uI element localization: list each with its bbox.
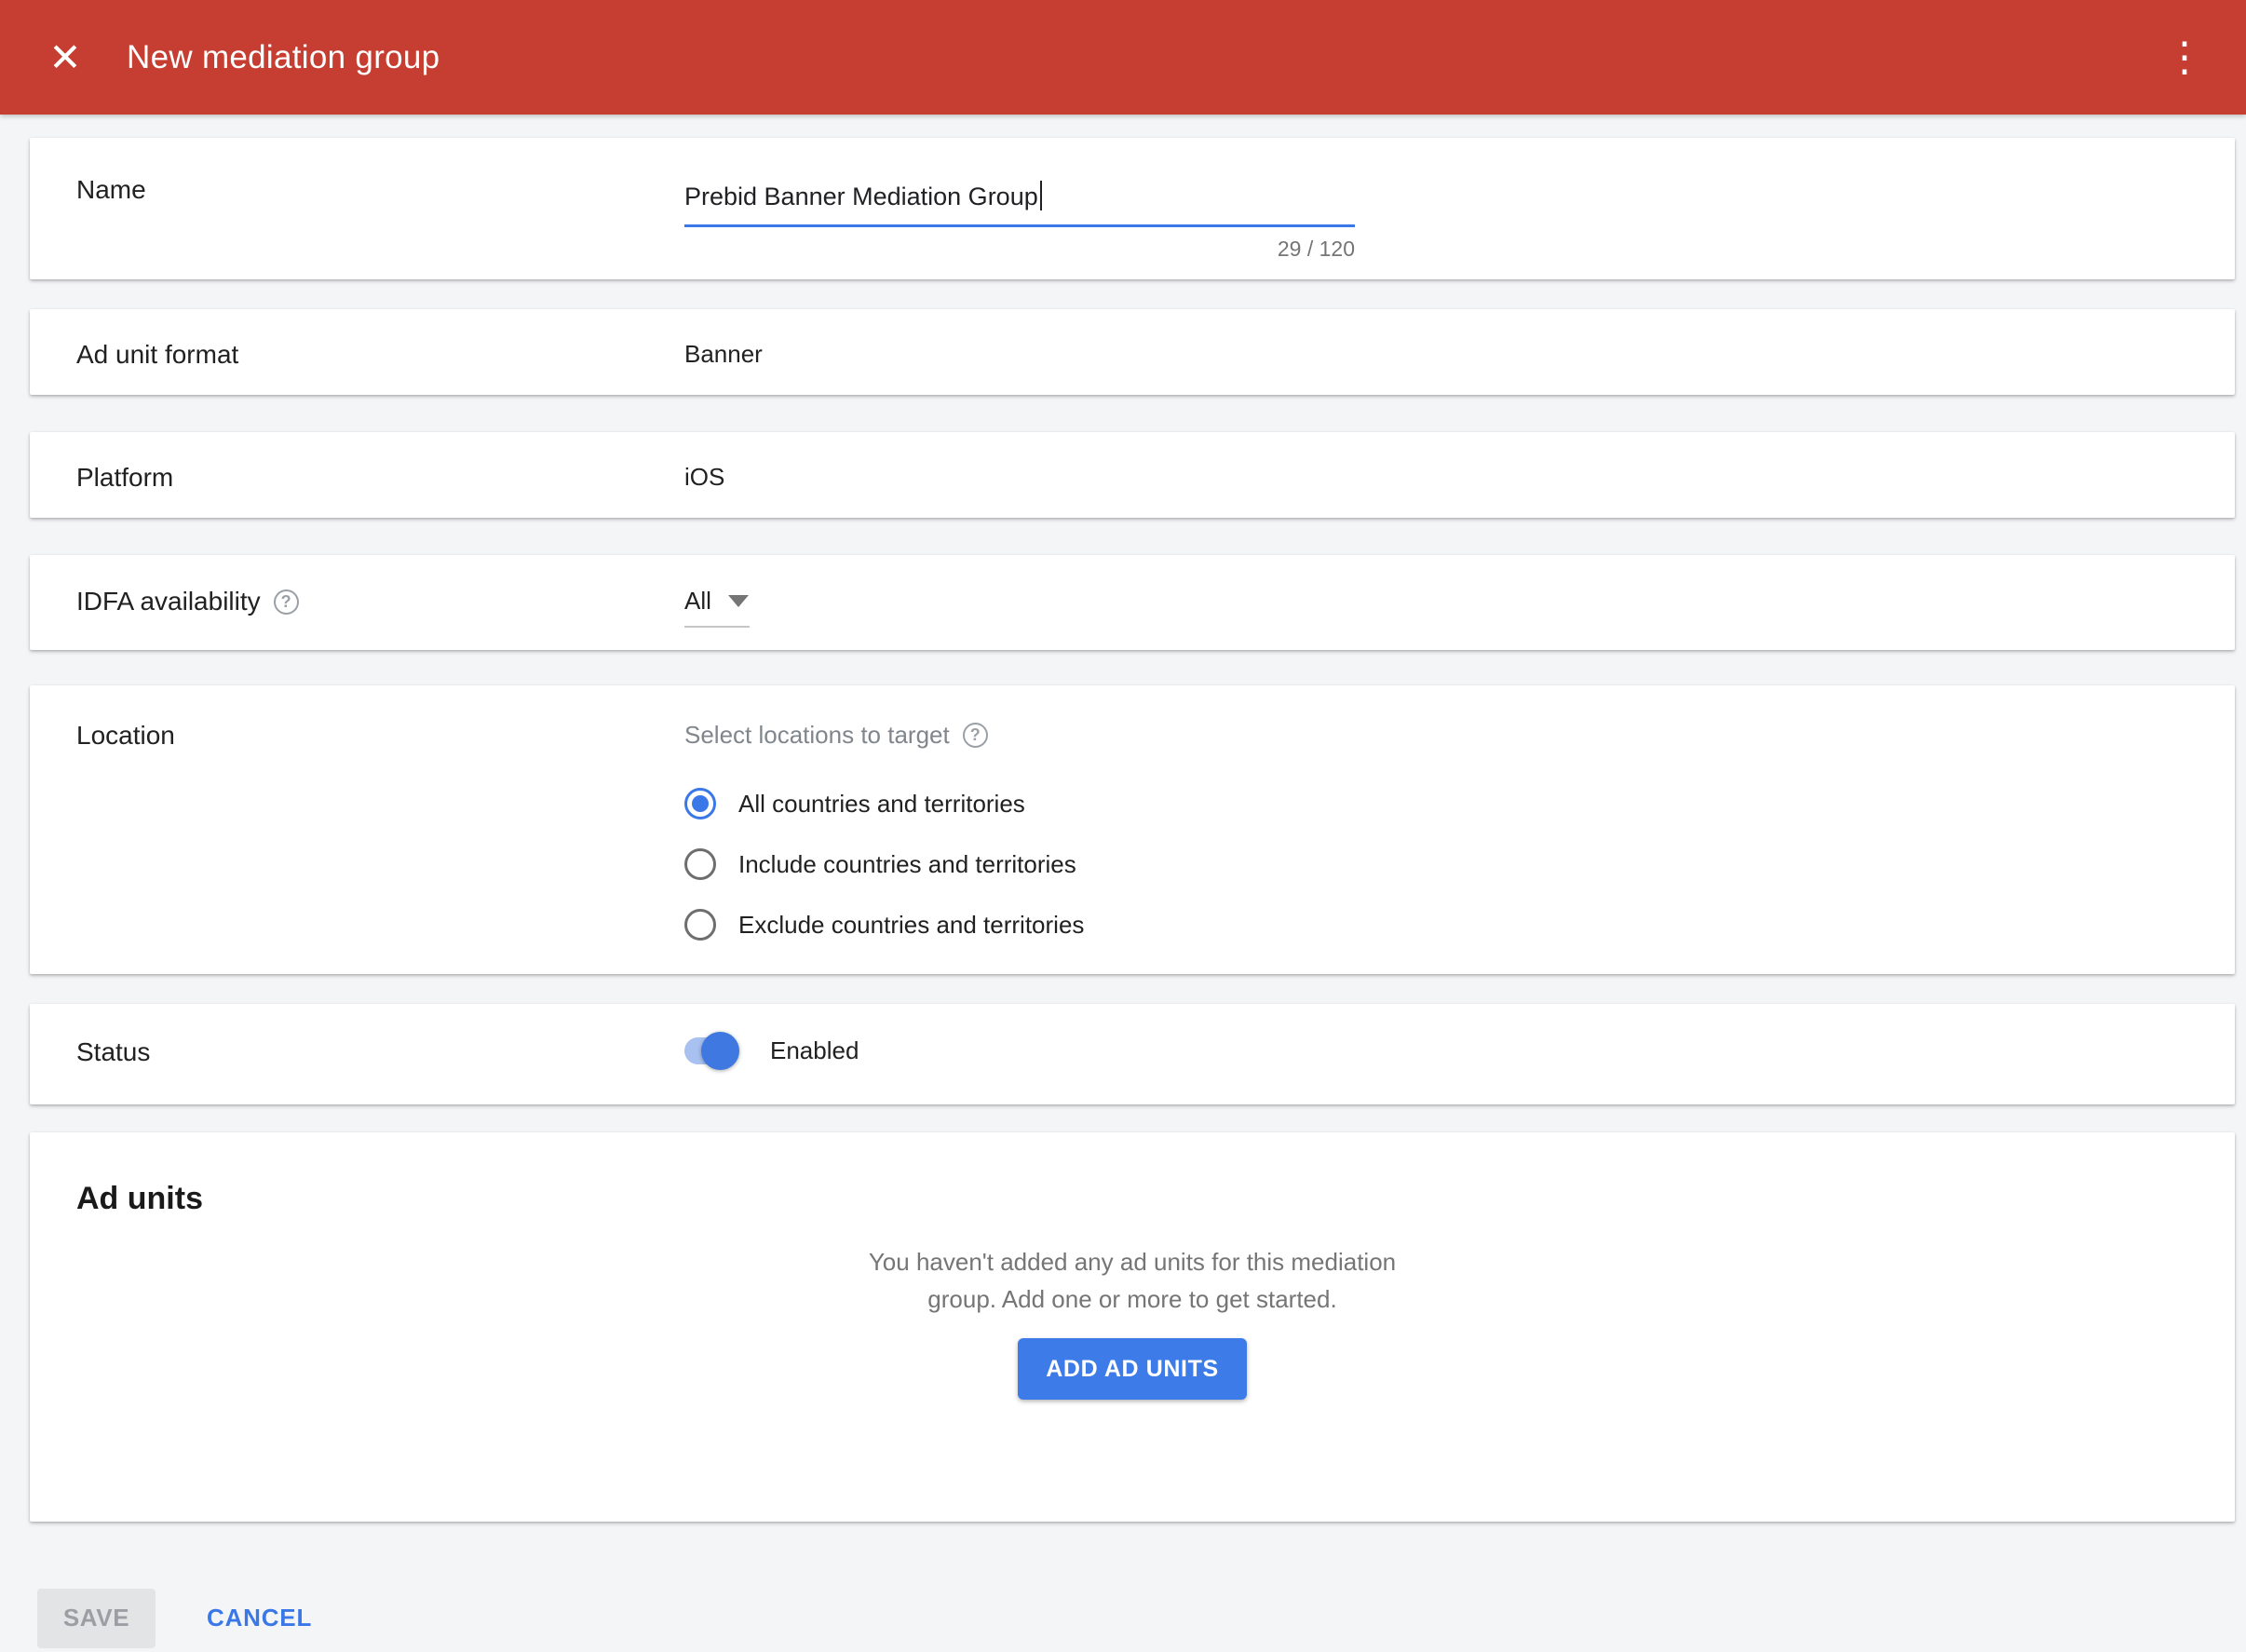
ad-unit-format-value: Banner <box>684 340 763 370</box>
name-label: Name <box>76 175 684 262</box>
idfa-dropdown-value: All <box>684 587 711 616</box>
radio-include-countries[interactable]: Include countries and territories <box>684 844 1084 885</box>
ad-unit-format-label: Ad unit format <box>76 340 684 370</box>
name-input[interactable]: Prebid Banner Mediation Group <box>684 175 1355 227</box>
radio-button-icon[interactable] <box>684 788 716 819</box>
radio-button-icon[interactable] <box>684 848 716 880</box>
ad-unit-format-card: Ad unit format Banner <box>30 309 2235 395</box>
radio-all-countries[interactable]: All countries and territories <box>684 783 1084 824</box>
location-radio-group: All countries and territories Include co… <box>684 783 1084 945</box>
name-card: Name Prebid Banner Mediation Group 29 / … <box>30 138 2235 279</box>
idfa-card: IDFA availability ? All <box>30 555 2235 650</box>
ad-units-empty-state: You haven't added any ad units for this … <box>30 1243 2235 1400</box>
save-button[interactable]: SAVE <box>37 1589 156 1648</box>
radio-label[interactable]: Include countries and territories <box>738 850 1076 879</box>
radio-button-icon[interactable] <box>684 909 716 941</box>
radio-label[interactable]: All countries and territories <box>738 790 1025 819</box>
text-caret <box>1040 181 1042 210</box>
dropdown-underline <box>684 626 750 628</box>
radio-exclude-countries[interactable]: Exclude countries and territories <box>684 904 1084 945</box>
status-toggle[interactable] <box>684 1037 736 1064</box>
status-label: Status <box>76 1037 684 1067</box>
help-icon[interactable]: ? <box>963 723 988 748</box>
char-counter: 29 / 120 <box>684 237 1355 262</box>
ad-units-card: Ad units You haven't added any ad units … <box>30 1132 2235 1522</box>
platform-label: Platform <box>76 463 684 493</box>
appbar: ✕ New mediation group ⋮ <box>0 0 2246 115</box>
dropdown-caret-icon <box>728 595 749 607</box>
page-title: New mediation group <box>127 39 440 76</box>
close-icon[interactable]: ✕ <box>45 37 86 78</box>
ad-units-title: Ad units <box>76 1181 2235 1217</box>
platform-card: Platform iOS <box>30 432 2235 518</box>
location-label: Location <box>76 721 684 965</box>
add-ad-units-button[interactable]: ADD AD UNITS <box>1018 1338 1246 1400</box>
status-value: Enabled <box>770 1036 859 1065</box>
empty-state-line2: group. Add one or more to get started. <box>30 1280 2235 1318</box>
help-icon[interactable]: ? <box>274 589 299 615</box>
status-card: Status Enabled <box>30 1004 2235 1104</box>
toggle-thumb-icon <box>701 1032 739 1070</box>
kebab-menu-icon[interactable]: ⋮ <box>2164 41 2205 74</box>
location-prompt: Select locations to target <box>684 721 950 750</box>
cancel-button[interactable]: CANCEL <box>188 1587 331 1649</box>
radio-label[interactable]: Exclude countries and territories <box>738 911 1084 940</box>
empty-state-line1: You haven't added any ad units for this … <box>30 1243 2235 1280</box>
idfa-dropdown[interactable]: All <box>684 587 750 628</box>
location-card: Location Select locations to target ? Al… <box>30 685 2235 974</box>
footer-actions: SAVE CANCEL <box>37 1587 2246 1649</box>
name-input-value: Prebid Banner Mediation Group <box>684 183 1038 211</box>
platform-value: iOS <box>684 463 724 493</box>
idfa-label: IDFA availability <box>76 587 261 616</box>
